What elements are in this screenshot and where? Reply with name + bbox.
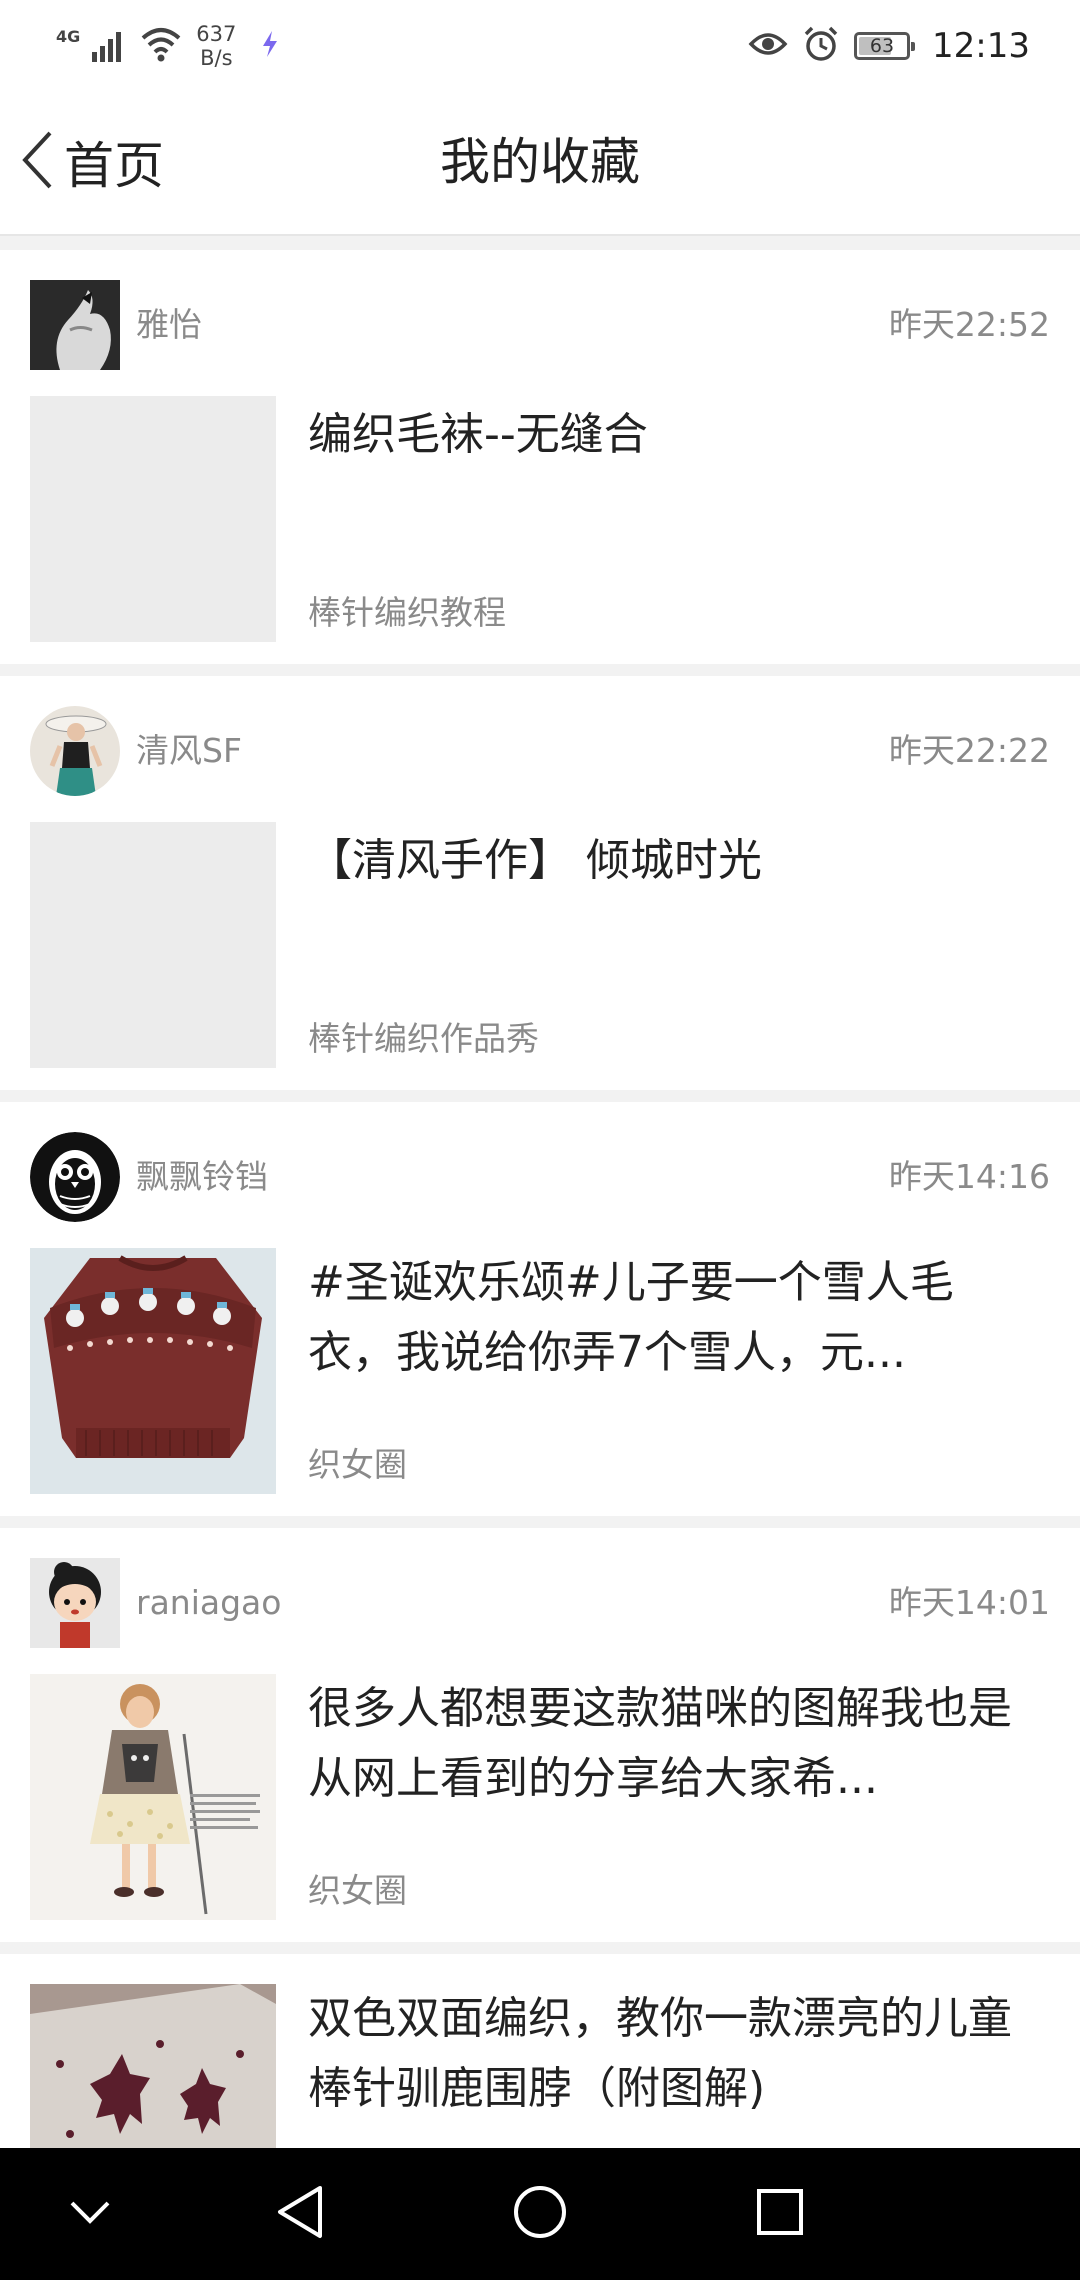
speed-value: 637	[196, 22, 237, 46]
item-title[interactable]: 双色双面编织，教你一款漂亮的儿童棒针驯鹿围脖（附图解)	[308, 1984, 1028, 2124]
triangle-back-icon	[274, 2184, 326, 2244]
eye-icon	[748, 28, 788, 64]
item-header: 清风SF 昨天22:22	[30, 706, 1050, 796]
clock: 12:13	[932, 26, 1030, 66]
thumbnail[interactable]	[30, 1984, 276, 2148]
chevron-down-icon	[68, 2197, 112, 2231]
post-time: 昨天14:16	[888, 1157, 1050, 1196]
item-header: 飘飘铃铛 昨天14:16	[30, 1132, 1050, 1222]
author-name[interactable]: 雅怡	[136, 280, 202, 370]
charging-icon	[260, 29, 280, 63]
list-item[interactable]: raniagao 昨天14:01 很多人都想要这款猫咪的图解我也是从网上看到的分…	[0, 1528, 1080, 1942]
author-name[interactable]: raniagao	[136, 1558, 281, 1648]
thumbnail[interactable]	[30, 1248, 276, 1494]
item-title[interactable]: 编织毛袜--无缝合	[308, 400, 1028, 470]
back-nav-button[interactable]	[264, 2178, 336, 2250]
home-nav-button[interactable]	[504, 2178, 576, 2250]
network-type: 4G	[56, 26, 81, 46]
item-header: 雅怡 昨天22:52	[30, 280, 1050, 370]
item-source[interactable]: 棒针编织作品秀	[308, 1014, 539, 1064]
item-source[interactable]: 织女圈	[308, 1440, 407, 1490]
back-label: 首页	[64, 137, 164, 195]
battery-indicator: 63	[854, 32, 916, 60]
post-time: 昨天22:52	[888, 305, 1050, 344]
post-time: 昨天14:01	[888, 1583, 1050, 1622]
battery-level: 63	[869, 34, 895, 57]
signal-icon	[90, 24, 130, 68]
favorites-list[interactable]: 雅怡 昨天22:52 编织毛袜--无缝合 棒针编织教程 清风SF 昨天22:22	[0, 236, 1080, 2148]
network-speed: 637 B/s	[196, 22, 236, 70]
avatar[interactable]	[30, 1132, 120, 1222]
wifi-icon	[140, 24, 182, 68]
list-item[interactable]: 双色双面编织，教你一款漂亮的儿童棒针驯鹿围脖（附图解)	[0, 1954, 1080, 2148]
hide-nav-button[interactable]	[54, 2178, 126, 2250]
back-button[interactable]: 首页	[20, 126, 164, 198]
status-right: 63 12:13	[748, 18, 1030, 74]
item-source[interactable]: 织女圈	[308, 1866, 407, 1916]
item-title[interactable]: 【清风手作】 倾城时光	[308, 826, 1028, 896]
chevron-left-icon	[20, 130, 54, 194]
list-item[interactable]: 飘飘铃铛 昨天14:16 #圣诞欢乐颂#儿子要一个雪人毛衣，我说给你弄7个雪人，…	[0, 1102, 1080, 1516]
list-item[interactable]: 雅怡 昨天22:52 编织毛袜--无缝合 棒针编织教程	[0, 250, 1080, 664]
system-navigation-bar	[0, 2148, 1080, 2280]
speed-unit: B/s	[200, 46, 233, 70]
thumbnail[interactable]	[30, 1674, 276, 1920]
item-header: raniagao 昨天14:01	[30, 1558, 1050, 1648]
avatar[interactable]	[30, 706, 120, 796]
avatar[interactable]	[30, 280, 120, 370]
list-item[interactable]: 清风SF 昨天22:22 【清风手作】 倾城时光 棒针编织作品秀	[0, 676, 1080, 1090]
author-name[interactable]: 飘飘铃铛	[136, 1132, 268, 1222]
recent-apps-button[interactable]	[744, 2178, 816, 2250]
author-name[interactable]: 清风SF	[136, 706, 242, 796]
thumbnail[interactable]	[30, 822, 276, 1068]
alarm-icon	[802, 25, 840, 67]
item-title[interactable]: 很多人都想要这款猫咪的图解我也是从网上看到的分享给大家希...	[308, 1674, 1028, 1814]
thumbnail[interactable]	[30, 396, 276, 642]
nav-bar: 我的收藏 首页	[0, 92, 1080, 236]
avatar[interactable]	[30, 1558, 120, 1648]
status-left: 4G 637 B/s	[56, 18, 280, 74]
status-bar: 4G 637 B/s 63 12:13	[0, 0, 1080, 92]
post-time: 昨天22:22	[888, 731, 1050, 770]
circle-home-icon	[511, 2183, 569, 2245]
item-source[interactable]: 棒针编织教程	[308, 588, 506, 638]
square-recents-icon	[754, 2186, 806, 2242]
item-title[interactable]: #圣诞欢乐颂#儿子要一个雪人毛衣，我说给你弄7个雪人，元...	[308, 1248, 1028, 1388]
